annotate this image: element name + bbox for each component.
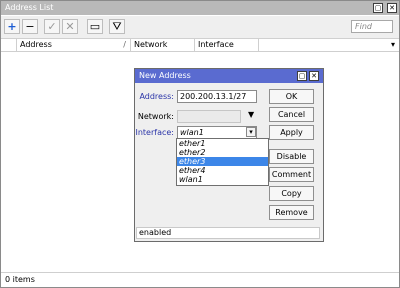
- network-field[interactable]: [177, 110, 241, 123]
- comment-button[interactable]: Comment: [269, 167, 314, 182]
- address-field[interactable]: 200.200.13.1/27: [177, 90, 257, 103]
- interface-dropdown-list: ether1 ether2 ether3 ether4 wlan1: [176, 138, 269, 186]
- window-titlebar: Address List ▢ ✕: [1, 1, 399, 15]
- window-title: Address List: [5, 3, 54, 12]
- cross-icon[interactable]: ✕: [62, 19, 78, 34]
- dialog-status: enabled: [136, 227, 320, 239]
- address-label: Address:: [139, 92, 174, 101]
- copy-button[interactable]: Copy: [269, 186, 314, 201]
- remove-button[interactable]: Remove: [269, 205, 314, 220]
- note-icon[interactable]: ▭: [87, 19, 103, 34]
- network-label: Network:: [137, 112, 174, 121]
- chevron-down-icon[interactable]: ▾: [246, 127, 256, 137]
- items-count: 0 items: [5, 275, 35, 284]
- chevron-down-icon[interactable]: ▾: [391, 39, 395, 51]
- close-icon[interactable]: ✕: [387, 3, 397, 13]
- list-item[interactable]: wlan1: [177, 175, 268, 184]
- list-item[interactable]: ether1: [177, 139, 268, 148]
- restore-icon[interactable]: ▢: [373, 3, 383, 13]
- dialog-titlebar: New Address ▢ ✕: [135, 69, 323, 83]
- col-address-label: Address: [20, 40, 52, 49]
- interface-label: Interface:: [135, 128, 174, 137]
- plus-icon[interactable]: +: [4, 19, 20, 34]
- dialog-restore-icon[interactable]: ▢: [297, 71, 307, 81]
- col-interface[interactable]: Interface: [195, 39, 259, 51]
- list-item-selected[interactable]: ether3: [177, 157, 268, 166]
- list-item[interactable]: ether4: [177, 166, 268, 175]
- status-bar: 0 items: [1, 272, 399, 287]
- filter-icon[interactable]: ⛛: [109, 19, 125, 34]
- dialog-close-icon[interactable]: ✕: [309, 71, 319, 81]
- col-address[interactable]: Address /: [17, 39, 131, 51]
- cancel-button[interactable]: Cancel: [269, 107, 314, 122]
- table-header: Address / Network Interface ▾: [1, 39, 399, 52]
- ok-button[interactable]: OK: [269, 89, 314, 104]
- list-item[interactable]: ether2: [177, 148, 268, 157]
- col-blank: [1, 39, 17, 51]
- apply-button[interactable]: Apply: [269, 125, 314, 140]
- disable-button[interactable]: Disable: [269, 149, 314, 164]
- find-input[interactable]: Find: [351, 20, 393, 33]
- minus-icon[interactable]: −: [22, 19, 38, 34]
- sort-mark: /: [123, 40, 126, 49]
- dialog-title: New Address: [139, 71, 191, 80]
- col-network[interactable]: Network: [131, 39, 195, 51]
- toolbar: + − ✓ ✕ ▭ ⛛ Find: [1, 16, 399, 39]
- network-dropdown-icon[interactable]: ▼: [248, 110, 254, 119]
- check-icon[interactable]: ✓: [44, 19, 60, 34]
